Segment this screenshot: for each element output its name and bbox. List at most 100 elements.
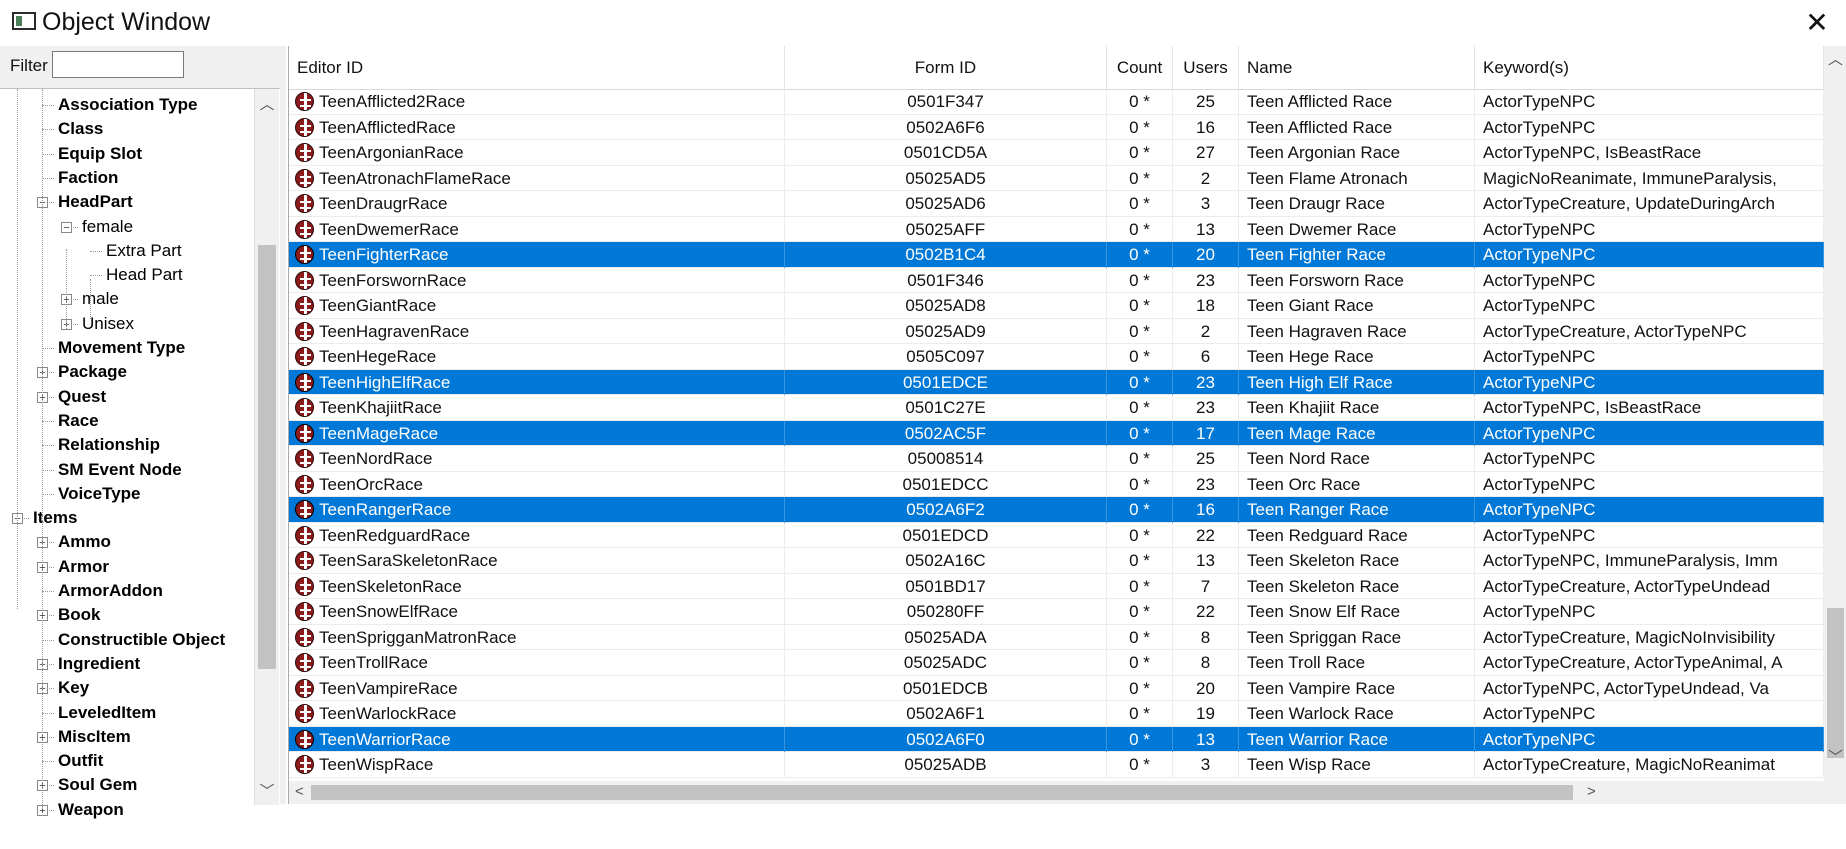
table-row[interactable]: TeenAtronachFlameRace 05025AD5 0 * 2 Teen Fl…: [289, 165, 1824, 191]
cell-count: 0 *: [1107, 650, 1173, 676]
list-vertical-scrollbar[interactable]: ︿ ﹀: [1824, 46, 1846, 781]
chevron-up-icon[interactable]: ︿: [1824, 48, 1846, 69]
column-header-form-id[interactable]: Form ID: [785, 46, 1107, 89]
table-row[interactable]: TeenAfflictedRace 0502A6F6 0 * 16 Teen Affli…: [289, 114, 1824, 140]
tree-item-outfit[interactable]: Outfit: [58, 749, 103, 773]
tree-item-armor[interactable]: Armor: [58, 555, 109, 579]
tree-item-extra-part[interactable]: Extra Part: [106, 239, 182, 263]
cell-count: 0 *: [1107, 599, 1173, 625]
table-row[interactable]: TeenTrollRace 05025ADC 0 * 8 Teen Troll Race…: [289, 650, 1824, 676]
tree-item-relationship[interactable]: Relationship: [58, 433, 160, 457]
cell-users: 2: [1173, 318, 1239, 344]
tree-item-armoraddon[interactable]: ArmorAddon: [58, 579, 163, 603]
tree-item-miscitem[interactable]: MiscItem: [58, 725, 131, 749]
chevron-down-icon[interactable]: ﹀: [1824, 746, 1846, 767]
object-tree[interactable]: ︿ ﹀ Association Type Class Equip Slot Facti…: [0, 88, 280, 849]
tree-item-key[interactable]: Key: [58, 676, 89, 700]
cell-count: 0 *: [1107, 701, 1173, 727]
tree-item-book[interactable]: Book: [58, 603, 101, 627]
collapse-icon[interactable]: −: [61, 221, 72, 233]
tree-item-class[interactable]: Class: [58, 117, 103, 141]
table-row[interactable]: TeenMageRace 0502AC5F 0 * 17 Teen Mage Race A…: [289, 420, 1824, 446]
tree-item-items[interactable]: Items: [33, 506, 77, 530]
table-row[interactable]: TeenKhajiitRace 0501C27E 0 * 23 Teen Khajiit…: [289, 395, 1824, 421]
table-row[interactable]: TeenRedguardRace 0501EDCD 0 * 22 Teen Redgua…: [289, 522, 1824, 548]
filter-input[interactable]: [52, 51, 184, 78]
table-row[interactable]: TeenNordRace 05008514 0 * 25 Teen Nord Race A…: [289, 446, 1824, 472]
tree-item-headpart[interactable]: HeadPart: [58, 190, 133, 214]
list-hscroll-thumb[interactable]: [311, 785, 1573, 800]
table-row[interactable]: TeenDraugrRace 05025AD6 0 * 3 Teen Draugr Ra…: [289, 191, 1824, 217]
cell-name: Teen Warlock Race: [1239, 701, 1475, 727]
table-row[interactable]: TeenForswornRace 0501F346 0 * 23 Teen Forswo…: [289, 267, 1824, 293]
column-header: Editor ID Form ID Count Users Name Keyword(s): [289, 46, 1824, 90]
chevron-left-icon[interactable]: <: [295, 783, 304, 800]
column-header-name[interactable]: Name: [1239, 46, 1475, 89]
cell-keywords: MagicNoReanimate, ImmuneParalysis,: [1475, 165, 1824, 191]
table-row[interactable]: TeenDwemerRace 05025AFF 0 * 13 Teen Dwemer R…: [289, 216, 1824, 242]
cell-users: 23: [1173, 395, 1239, 421]
table-row[interactable]: TeenArgonianRace 0501CD5A 0 * 27 Teen Argoni…: [289, 140, 1824, 166]
chevron-right-icon[interactable]: >: [1587, 783, 1596, 800]
resize-grip[interactable]: [1824, 781, 1846, 804]
tree-item-association-type[interactable]: Association Type: [58, 93, 198, 117]
table-row[interactable]: TeenWarriorRace 0502A6F0 0 * 13 Teen Warrior…: [289, 726, 1824, 752]
title-bar: Object Window ✕: [0, 0, 1846, 46]
tree-item-soul-gem[interactable]: Soul Gem: [58, 773, 137, 797]
tree-item-faction[interactable]: Faction: [58, 166, 118, 190]
table-row[interactable]: TeenWarlockRace 0502A6F1 0 * 19 Teen Warlock…: [289, 701, 1824, 727]
list-scroll-thumb[interactable]: [1827, 608, 1844, 758]
column-header-users[interactable]: Users: [1173, 46, 1239, 89]
table-row[interactable]: TeenHighElfRace 0501EDCE 0 * 23 Teen High El…: [289, 369, 1824, 395]
tree-item-ingredient[interactable]: Ingredient: [58, 652, 140, 676]
chevron-down-icon[interactable]: ﹀: [255, 780, 279, 801]
table-row[interactable]: TeenSprigganMatronRace 05025ADA 0 * 8 Teen S…: [289, 624, 1824, 650]
table-row[interactable]: TeenOrcRace 0501EDCC 0 * 23 Teen Orc Race Act…: [289, 471, 1824, 497]
tree-item-head-part[interactable]: Head Part: [106, 263, 183, 287]
tree-connector: [42, 639, 54, 641]
tree-item-ammo[interactable]: Ammo: [58, 530, 111, 554]
table-row[interactable]: TeenGiantRace 05025AD8 0 * 18 Teen Giant Rac…: [289, 293, 1824, 319]
cell-name: Teen Nord Race: [1239, 446, 1475, 472]
cell-users: 8: [1173, 650, 1239, 676]
table-row[interactable]: TeenWispRace 05025ADB 0 * 3 Teen Wisp Race Ac…: [289, 752, 1824, 778]
tree-item-race[interactable]: Race: [58, 409, 99, 433]
close-icon[interactable]: ✕: [1800, 6, 1834, 40]
tree-item-quest[interactable]: Quest: [58, 385, 106, 409]
cell-count: 0 *: [1107, 624, 1173, 650]
table-row[interactable]: TeenRangerRace 0502A6F2 0 * 16 Teen Ranger R…: [289, 497, 1824, 523]
tree-item-voicetype[interactable]: VoiceType: [58, 482, 141, 506]
chevron-up-icon[interactable]: ︿: [255, 93, 279, 114]
cell-editor-id: TeenWarlockRace: [289, 701, 785, 727]
cell-keywords: ActorTypeNPC: [1475, 726, 1824, 752]
column-header-editor-id[interactable]: Editor ID: [289, 46, 785, 89]
tree-item-weapon[interactable]: Weapon: [58, 798, 124, 822]
cell-form-id: 0501CD5A: [785, 140, 1107, 166]
cell-users: 22: [1173, 599, 1239, 625]
list-horizontal-scrollbar[interactable]: < >: [289, 781, 1824, 804]
table-row[interactable]: TeenHegeRace 0505C097 0 * 6 Teen Hege Race Ac…: [289, 344, 1824, 370]
column-header-count[interactable]: Count: [1107, 46, 1173, 89]
cell-keywords: ActorTypeNPC, ActorTypeUndead, Va: [1475, 675, 1824, 701]
table-row[interactable]: TeenAfflicted2Race 0501F347 0 * 25 Teen Affl…: [289, 89, 1824, 115]
tree-item-sm-event-node[interactable]: SM Event Node: [58, 458, 182, 482]
tree-item-equip-slot[interactable]: Equip Slot: [58, 142, 142, 166]
cell-editor-id: TeenArgonianRace: [289, 140, 785, 166]
table-row[interactable]: TeenFighterRace 0502B1C4 0 * 20 Teen Fighter…: [289, 242, 1824, 268]
table-row[interactable]: TeenSaraSkeletonRace 0502A16C 0 * 13 Teen Sk…: [289, 548, 1824, 574]
tree-scrollbar[interactable]: ︿ ﹀: [254, 89, 279, 805]
tree-item-male[interactable]: male: [82, 287, 119, 311]
column-header-keyword-s-[interactable]: Keyword(s): [1475, 46, 1824, 89]
table-row[interactable]: TeenSnowElfRace 050280FF 0 * 22 Teen Snow El…: [289, 599, 1824, 625]
tree-item-package[interactable]: Package: [58, 360, 127, 384]
table-row[interactable]: TeenSkeletonRace 0501BD17 0 * 7 Teen Skeleto…: [289, 573, 1824, 599]
cell-form-id: 05025AD9: [785, 318, 1107, 344]
cell-count: 0 *: [1107, 675, 1173, 701]
tree-item-constructible-object[interactable]: Constructible Object: [58, 628, 225, 652]
table-row[interactable]: TeenHagravenRace 05025AD9 0 * 2 Teen Hagrave…: [289, 318, 1824, 344]
tree-item-leveleditem[interactable]: LeveledItem: [58, 701, 156, 725]
tree-item-female[interactable]: female: [82, 215, 133, 239]
tree-item-movement-type[interactable]: Movement Type: [58, 336, 185, 360]
table-row[interactable]: TeenVampireRace 0501EDCB 0 * 20 Teen Vampire…: [289, 675, 1824, 701]
tree-scroll-thumb[interactable]: [258, 245, 276, 669]
